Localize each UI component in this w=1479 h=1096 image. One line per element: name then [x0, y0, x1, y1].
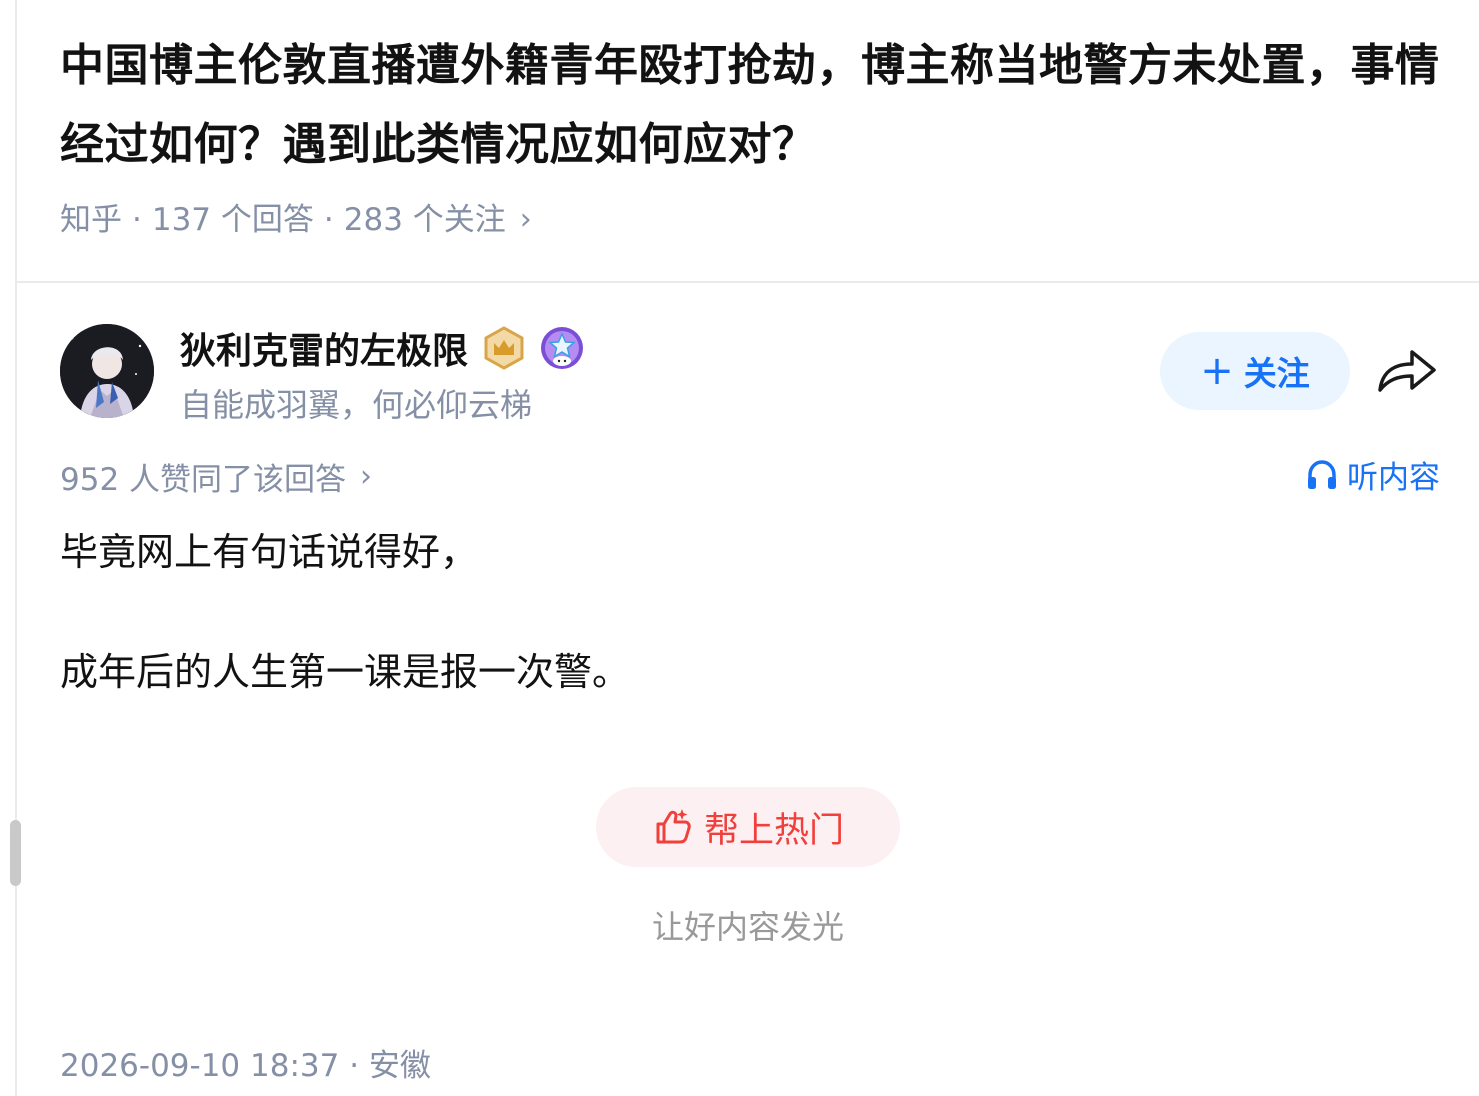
question-source: 知乎 [60, 202, 122, 238]
listen-button[interactable]: 听内容 [1305, 452, 1440, 497]
follower-count: 283 个关注 [343, 202, 506, 238]
thumbs-up-sparkle-icon [656, 809, 691, 844]
chevron-right-icon: › [519, 202, 532, 237]
listen-label: 听内容 [1347, 460, 1440, 496]
headphones-icon [1308, 459, 1336, 489]
scrollbar-thumb[interactable] [10, 820, 21, 886]
meta-separator: · [132, 202, 142, 238]
star-badge-icon[interactable] [540, 326, 584, 370]
vote-count: 952 人赞同了该回答 [60, 462, 347, 498]
section-divider [17, 281, 1479, 283]
answer-paragraph: 成年后的人生第一课是报一次警。 [60, 650, 631, 694]
meta-separator: · [323, 202, 334, 238]
author-name-row: 狄利克雷的左极限 [180, 324, 584, 372]
answer-content: 毕竟网上有句话说得好， 成年后的人生第一课是报一次警。 [60, 526, 1440, 766]
crown-badge-icon[interactable] [482, 326, 526, 370]
answer-paragraph: 毕竟网上有句话说得好， [60, 530, 479, 574]
author-name[interactable]: 狄利克雷的左极限 [180, 322, 468, 374]
follow-label: 关注 [1243, 354, 1310, 393]
boost-hot-subtitle: 让好内容发光 [651, 908, 844, 946]
share-icon[interactable] [1376, 346, 1438, 396]
boost-hot-label: 帮上热门 [703, 810, 844, 851]
question-title[interactable]: 中国博主伦敦直播遭外籍青年殴打抢劫，博主称当地警方未处置，事情经过如何？遇到此类… [60, 26, 1440, 184]
follow-button[interactable]: + 关注 [1160, 332, 1350, 410]
plus-icon: + [1200, 348, 1234, 394]
vote-count-link[interactable]: 952 人赞同了该回答 › [60, 454, 372, 499]
boost-hot-button[interactable]: 帮上热门 [596, 787, 900, 867]
answer-time-location: 2026-09-10 18:37 · 安徽 [60, 1048, 431, 1084]
question-meta[interactable]: 知乎 · 137 个回答 · 283 个关注 › [60, 200, 1440, 240]
author-bio: 自能成羽翼，何必仰云梯 [180, 386, 533, 424]
question-header: 中国博主伦敦直播遭外籍青年殴打抢劫，博主称当地警方未处置，事情经过如何？遇到此类… [60, 26, 1440, 240]
author-row: 狄利克雷的左极限 自能成羽翼，何必仰云梯 + 关注 [60, 324, 1450, 424]
left-edge-rule [15, 0, 17, 1096]
answer-count: 137 个回答 [151, 202, 314, 238]
avatar[interactable] [60, 324, 154, 418]
chevron-right-icon: › [360, 459, 373, 494]
vote-row: 952 人赞同了该回答 › 听内容 [60, 450, 1440, 498]
